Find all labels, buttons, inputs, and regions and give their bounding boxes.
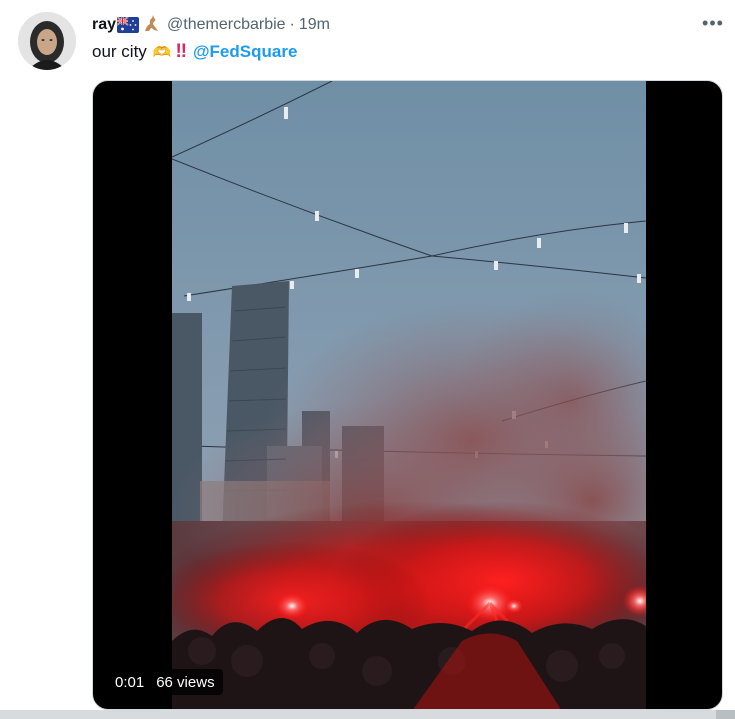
video-player[interactable]: 0:01 66 views	[92, 80, 723, 710]
heart-hands-icon: 🫶	[152, 44, 172, 61]
tweet-timestamp[interactable]: 19m	[299, 16, 330, 34]
avatar[interactable]	[18, 12, 76, 70]
tweet-text: our city 🫶 ‼ @FedSquare	[92, 41, 297, 63]
scroll-thumb[interactable]	[716, 710, 735, 719]
tweet-body: our city	[92, 42, 147, 61]
avatar-image	[18, 12, 76, 70]
video-scene	[172, 81, 646, 709]
video-frame[interactable]	[172, 81, 646, 709]
tweet-header: ray @themercbarbie · 19m	[92, 14, 330, 36]
author-handle[interactable]: @themercbarbie	[167, 16, 286, 34]
video-timestamp: 0:01	[115, 673, 145, 691]
author-name[interactable]: ray	[92, 16, 116, 34]
double-exclamation-icon: ‼	[175, 41, 187, 62]
view-count: 66 views	[156, 673, 215, 691]
australia-flag-icon	[116, 16, 140, 33]
header-separator: ·	[289, 16, 295, 33]
more-options-icon[interactable]: •••	[700, 14, 726, 36]
kangaroo-icon	[141, 13, 161, 38]
mention-link[interactable]: @FedSquare	[193, 42, 297, 62]
page-scroll-track[interactable]	[0, 710, 735, 719]
tweet-card[interactable]: ray @themercbarbie · 19m ••• our city 🫶 …	[0, 0, 735, 719]
video-stats-badge: 0:01 66 views	[107, 669, 223, 695]
